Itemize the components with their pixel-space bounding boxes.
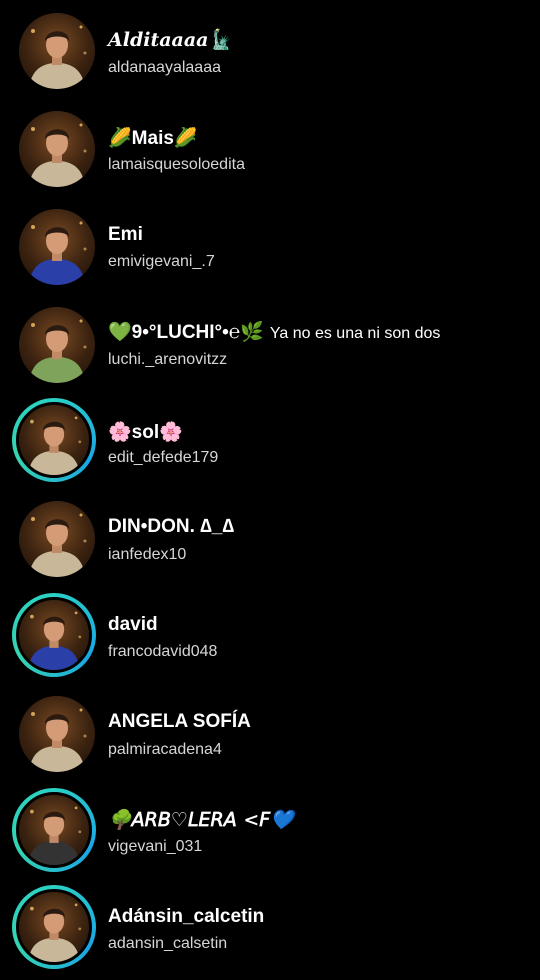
display-name: 𝑨𝒍𝒅𝒊𝒕𝒂𝒂𝒂𝒂🗽 [108, 29, 233, 51]
display-name: Emi [108, 224, 143, 245]
username: lamaisquesoloedita [108, 156, 245, 173]
avatar-story-ring[interactable] [12, 398, 96, 482]
display-name: 💚9•°LUCHI°•℮🌿 Ya no es una ni son dos [108, 321, 441, 343]
display-name: 🌸sol🌸 [108, 421, 183, 443]
list-item[interactable]: 🌳𝘈𝘙𝘉♡𝘓𝘌𝘙𝘈 <𝘍💙 vigevani_031 [0, 784, 540, 882]
avatar[interactable] [19, 111, 95, 187]
avatar[interactable] [19, 696, 95, 772]
display-name: 🌳𝘈𝘙𝘉♡𝘓𝘌𝘙𝘈 <𝘍💙 [108, 809, 294, 831]
username: adansin_calsetin [108, 935, 228, 952]
list-item[interactable]: 💚9•°LUCHI°•℮🌿 Ya no es una ni son dos luc… [0, 294, 540, 392]
username: palmiracadena4 [108, 741, 222, 758]
list-item[interactable]: ANGELA SOFÍA palmiracadena4 [0, 686, 540, 784]
status-note: Ya no es una ni son dos [269, 325, 441, 342]
avatar-image [16, 597, 92, 673]
avatar-story-ring[interactable] [12, 593, 96, 677]
list-item[interactable]: 🌽Mais🌽 lamaisquesoloedita [0, 98, 540, 196]
avatar[interactable] [19, 13, 95, 89]
display-name: ANGELA SOFÍA [108, 711, 251, 732]
username: aldanaayalaaaa [108, 59, 221, 76]
avatar-story-ring[interactable] [12, 885, 96, 969]
contact-list: 𝑨𝒍𝒅𝒊𝒕𝒂𝒂𝒂𝒂🗽 aldanaayalaaaa 🌽Mais🌽 lamaisq… [0, 0, 540, 969]
username: francodavid048 [108, 643, 218, 660]
avatar-image [16, 889, 92, 965]
display-name: 🌽Mais🌽 [108, 127, 198, 149]
avatar-image [19, 111, 95, 187]
display-name: david [108, 614, 158, 635]
avatar-image [19, 209, 95, 285]
username: ianfedex10 [108, 546, 187, 563]
list-item[interactable]: DIN•DON. ∆_∆ ianfedex10 [0, 490, 540, 588]
display-name: DIN•DON. ∆_∆ [108, 516, 234, 537]
avatar-story-ring[interactable] [12, 788, 96, 872]
username: edit_defede179 [108, 449, 219, 466]
display-name: Adánsin_calcetin [108, 906, 265, 927]
avatar-image [19, 13, 95, 89]
username: vigevani_031 [108, 838, 203, 855]
avatar-image [19, 696, 95, 772]
username: luchi._arenovitzz [108, 351, 228, 368]
list-item[interactable]: 🌸sol🌸 edit_defede179 [0, 392, 540, 490]
list-item[interactable]: 𝑨𝒍𝒅𝒊𝒕𝒂𝒂𝒂𝒂🗽 aldanaayalaaaa [0, 0, 540, 98]
username: emivigevani_.7 [108, 253, 215, 270]
avatar[interactable] [19, 501, 95, 577]
list-item[interactable]: Adánsin_calcetin adansin_calsetin [0, 882, 540, 980]
avatar-image [19, 307, 95, 383]
avatar[interactable] [19, 209, 95, 285]
avatar[interactable] [19, 307, 95, 383]
avatar-image [16, 792, 92, 868]
list-item[interactable]: Emi emivigevani_.7 [0, 196, 540, 294]
avatar-image [16, 402, 92, 478]
list-item[interactable]: david francodavid048 [0, 588, 540, 686]
avatar-image [19, 501, 95, 577]
